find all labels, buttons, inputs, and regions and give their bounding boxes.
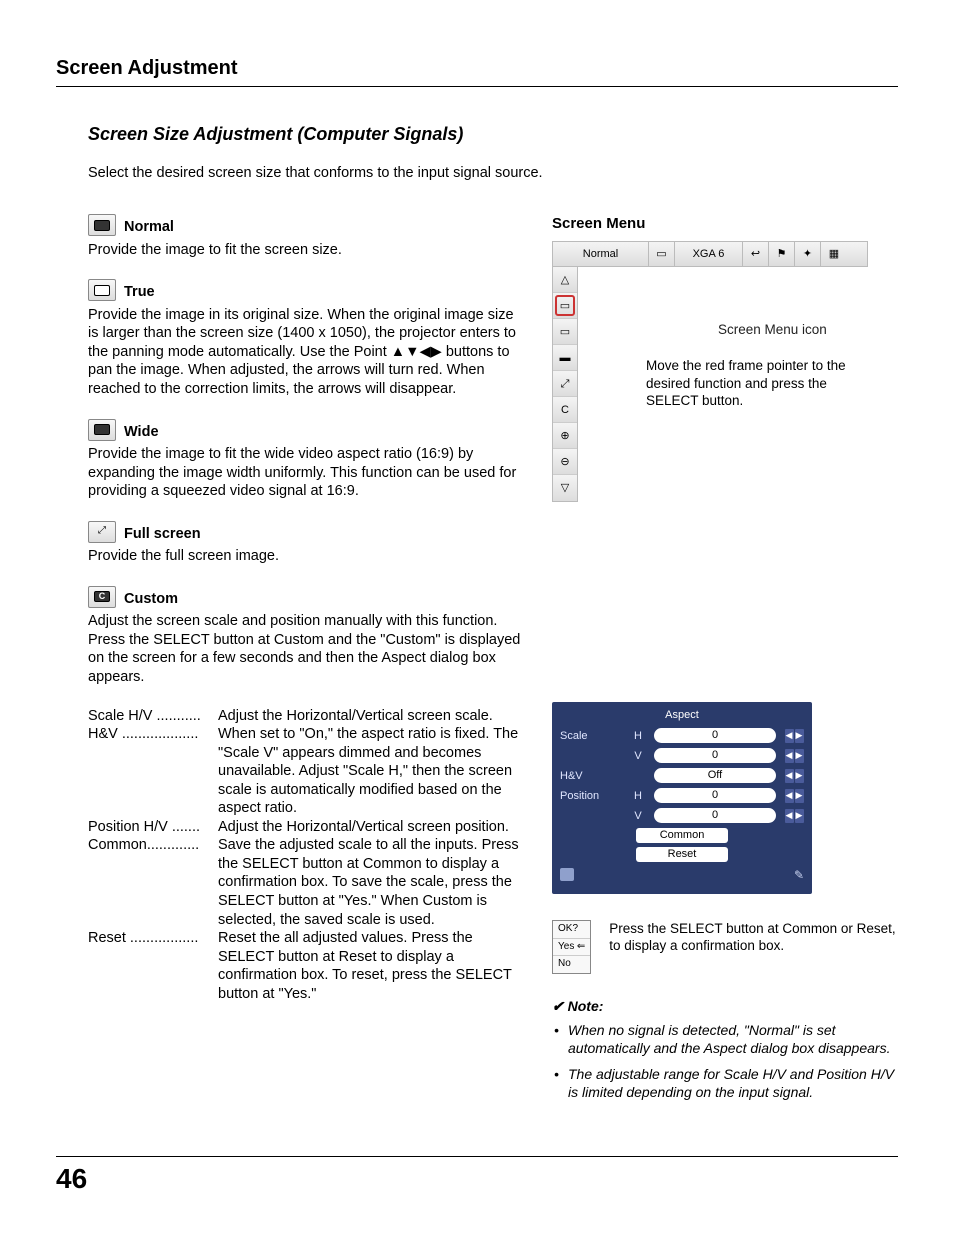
menu-top-mode-label: XGA 6 [675, 242, 743, 266]
item-custom-desc2: Press the SELECT button at Custom and th… [88, 631, 528, 687]
menu-side-wide-icon: ▬ [553, 345, 577, 371]
menu-top-normal-label: Normal [553, 242, 649, 266]
aspect-hv-value: Off [654, 768, 776, 783]
def-hv-body: When set to "On," the aspect ratio is fi… [216, 725, 528, 818]
aspect-title: Aspect [560, 708, 804, 722]
screen-custom-icon: C [88, 586, 116, 608]
screen-full-icon: ⤢ [88, 521, 116, 543]
menu-side-down-icon: ▽ [553, 475, 577, 501]
item-normal-desc: Provide the image to fit the screen size… [88, 241, 528, 260]
aspect-pos-h-value: 0 [654, 788, 776, 803]
menu-top-option3-icon: ▦ [821, 242, 847, 266]
def-reset-body: Reset the all adjusted values. Press the… [216, 929, 528, 1003]
def-hv-term: H&V ................... [88, 725, 216, 818]
item-custom-desc1: Adjust the screen scale and position man… [88, 612, 528, 631]
def-pos-body: Adjust the Horizontal/Vertical screen po… [216, 818, 528, 837]
aspect-dialog: Aspect Scale H 0 ◀▶ V 0 ◀▶ H&V Off [552, 702, 812, 893]
aspect-scale-label: Scale [560, 729, 622, 743]
aspect-scale-v-arrows-icon: ◀▶ [784, 749, 804, 763]
item-full-desc: Provide the full screen image. [88, 547, 528, 566]
item-normal-label: Normal [124, 214, 174, 237]
confirm-box: OK? Yes⇐ No [552, 920, 591, 974]
menu-side-zoom-in-icon: ⊕ [553, 423, 577, 449]
aspect-reset-button: Reset [636, 847, 728, 862]
menu-side-up-icon: △ [553, 267, 577, 293]
aspect-pos-v-sub: V [630, 809, 646, 823]
section-title: Screen Size Adjustment (Computer Signals… [88, 123, 898, 146]
note-item-1: When no signal is detected, "Normal" is … [552, 1022, 898, 1058]
aspect-scale-h-value: 0 [654, 728, 776, 743]
aspect-pos-h-sub: H [630, 789, 646, 803]
screen-wide-icon [88, 419, 116, 441]
note-item-2: The adjustable range for Scale H/V and P… [552, 1066, 898, 1102]
def-reset-term: Reset ................. [88, 929, 216, 1003]
def-common-body: Save the adjusted scale to all the input… [216, 836, 528, 929]
callout-move-pointer: Move the red frame pointer to the desire… [646, 357, 856, 409]
note-heading: ✔ Note: [552, 998, 898, 1016]
item-custom-label: Custom [124, 586, 178, 609]
def-common-term: Common............. [88, 836, 216, 929]
menu-top-option2-icon: ✦ [795, 242, 821, 266]
menu-top-option1-icon: ⚑ [769, 242, 795, 266]
bottom-rule [56, 1156, 898, 1157]
aspect-scale-h-sub: H [630, 729, 646, 743]
section-intro: Select the desired screen size that conf… [88, 164, 898, 183]
menu-top-back-icon: ↩ [743, 242, 769, 266]
confirm-caption: Press the SELECT button at Common or Res… [609, 920, 898, 955]
aspect-pos-v-value: 0 [654, 808, 776, 823]
menu-side-normal-icon: ▭ [553, 293, 577, 319]
arrow-left-icon: ⇐ [577, 941, 585, 954]
confirm-ok-label: OK? [553, 921, 590, 939]
item-wide-label: Wide [124, 419, 159, 442]
item-true-label: True [124, 279, 155, 302]
screen-normal-icon [88, 214, 116, 236]
menu-side-full-icon: ⤢ [553, 371, 577, 397]
aspect-scale-h-arrows-icon: ◀▶ [784, 729, 804, 743]
menu-side-custom-icon: C [553, 397, 577, 423]
callout-screen-menu-icon: Screen Menu icon [718, 321, 827, 338]
screen-true-icon [88, 279, 116, 301]
aspect-scale-v-sub: V [630, 749, 646, 763]
def-pos-term: Position H/V ....... [88, 818, 216, 837]
aspect-hv-arrows-icon: ◀▶ [784, 769, 804, 783]
item-full-label: Full screen [124, 521, 201, 544]
item-wide-desc: Provide the image to fit the wide video … [88, 445, 528, 501]
aspect-position-label: Position [560, 789, 622, 803]
aspect-pos-v-arrows-icon: ◀▶ [784, 809, 804, 823]
def-scale-body: Adjust the Horizontal/Vertical screen sc… [216, 707, 528, 726]
screen-menu-heading: Screen Menu [552, 214, 898, 233]
page-header-title: Screen Adjustment [56, 56, 898, 87]
confirm-yes-row: Yes⇐ [553, 939, 590, 957]
page-number: 46 [56, 1161, 87, 1197]
aspect-scale-v-value: 0 [654, 748, 776, 763]
menu-side-zoom-out-icon: ⊖ [553, 449, 577, 475]
confirm-no-row: No [553, 956, 590, 973]
aspect-pos-h-arrows-icon: ◀▶ [784, 789, 804, 803]
aspect-common-button: Common [636, 828, 728, 843]
menu-top-screen-icon: ▭ [649, 242, 675, 266]
aspect-hv-label: H&V [560, 769, 622, 783]
screen-menu-figure: Normal ▭ XGA 6 ↩ ⚑ ✦ ▦ △ ▭ ▭ ▬ ⤢ C [552, 241, 868, 502]
def-scale-term: Scale H/V ........... [88, 707, 216, 726]
item-true-desc: Provide the image in its original size. … [88, 306, 528, 399]
aspect-foot-left-icon [560, 868, 574, 881]
aspect-foot-right-icon: ✎ [794, 868, 804, 883]
menu-side-true-icon: ▭ [553, 319, 577, 345]
